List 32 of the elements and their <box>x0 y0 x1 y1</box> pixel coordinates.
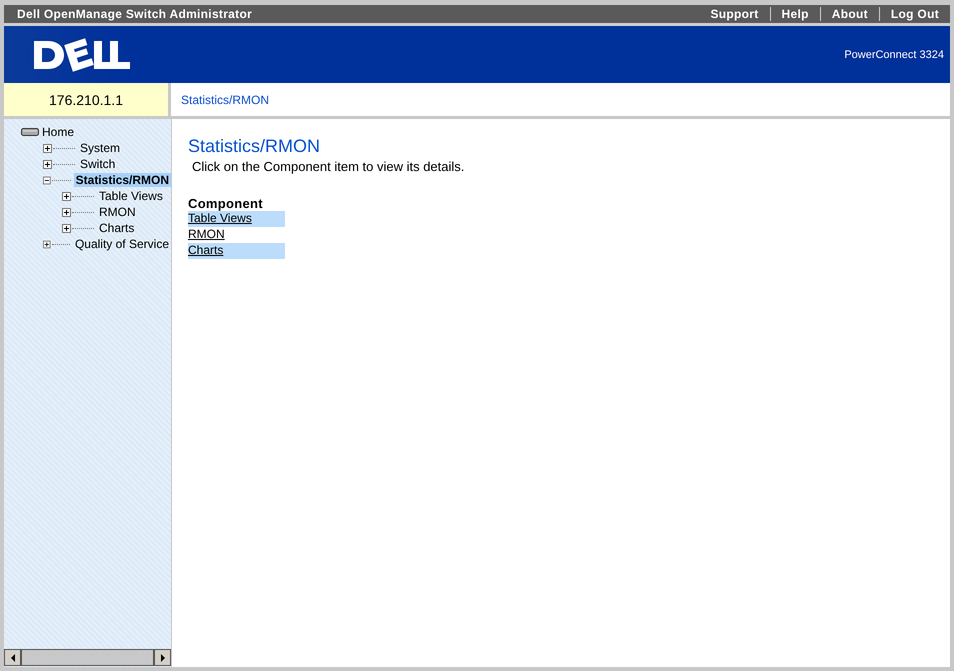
breadcrumb: Statistics/RMON <box>181 92 270 106</box>
table-heading: Component <box>188 196 264 211</box>
expand-icon[interactable] <box>43 240 51 248</box>
expand-icon[interactable] <box>62 192 71 200</box>
drive-icon <box>21 127 39 137</box>
collapse-icon[interactable] <box>43 176 51 184</box>
expand-icon[interactable] <box>43 160 52 168</box>
tree-item[interactable]: Switch <box>78 157 118 171</box>
tree-item[interactable]: Home <box>40 125 76 139</box>
header-link[interactable]: Support <box>699 7 770 21</box>
scroll-right-icon[interactable] <box>154 649 171 666</box>
scroll-thumb[interactable] <box>21 649 154 666</box>
header-link[interactable]: Log Out <box>878 7 950 21</box>
page-heading: Statistics/RMON <box>188 136 322 157</box>
expand-icon[interactable] <box>62 224 71 232</box>
expand-icon[interactable] <box>62 208 71 216</box>
component-link[interactable]: RMON <box>188 227 225 241</box>
window-title: Dell OpenManage Switch Administrator <box>17 7 252 21</box>
scroll-left-icon[interactable] <box>4 649 21 666</box>
device-ip: 176.210.1.1 <box>4 83 171 116</box>
header-link[interactable]: Help <box>770 7 820 21</box>
tree-item[interactable]: Statistics/RMON <box>74 173 171 187</box>
instruction-text: Click on the Component item to view its details. <box>191 159 466 174</box>
tree-item[interactable]: Table Views <box>97 189 165 203</box>
tree-item[interactable]: RMON <box>97 205 138 219</box>
header-link[interactable]: About <box>820 7 879 21</box>
expand-icon[interactable] <box>43 144 52 152</box>
tree-item[interactable]: Quality of Service <box>72 237 171 251</box>
horizontal-scrollbar[interactable] <box>4 649 171 666</box>
tree-item[interactable]: Charts <box>97 221 136 235</box>
tree-item[interactable]: System <box>78 141 122 155</box>
model-name: PowerConnect 3324 <box>844 48 944 60</box>
